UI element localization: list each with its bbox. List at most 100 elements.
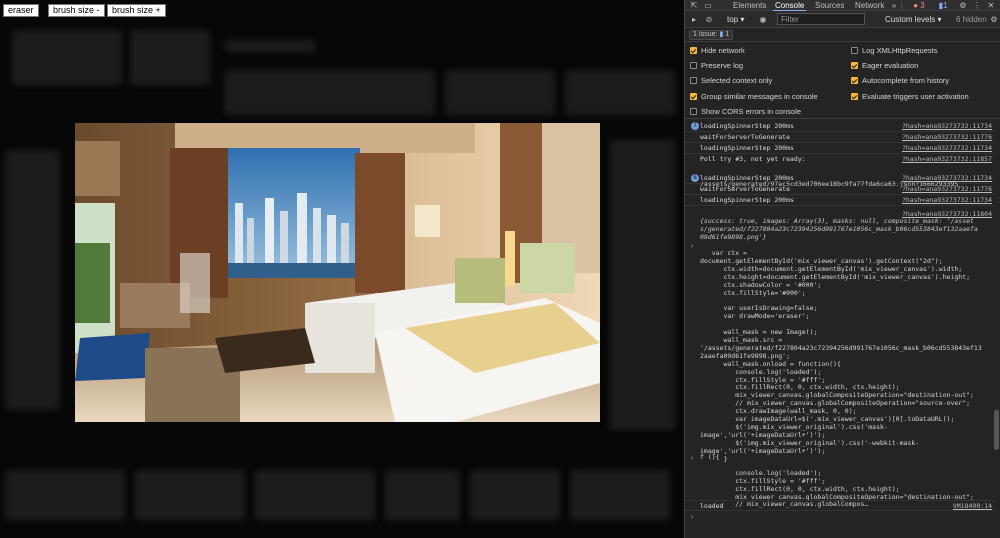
setting-preserve-log[interactable]: Preserve log xyxy=(690,59,743,72)
blurred-panel xyxy=(5,150,60,410)
log-source-link[interactable]: ?hash=ana93273732:11734 xyxy=(902,195,992,205)
log-levels-dropdown[interactable]: Custom levels ▾ xyxy=(885,14,942,25)
blurred-panel xyxy=(610,140,675,430)
checkbox[interactable] xyxy=(690,62,697,70)
console-scrollbar[interactable] xyxy=(994,410,999,450)
log-entry-loaded: loaded VM18490:14 xyxy=(685,500,995,511)
log-entry: Poll try #3, not yet ready: ?hash=ana9327… xyxy=(685,154,995,165)
info-count-badge[interactable]: ▮1 xyxy=(933,0,953,11)
error-count-badge[interactable]: ● 3 xyxy=(905,0,933,11)
setting-autocomplete-from-history[interactable]: Autocomplete from history xyxy=(851,74,949,87)
checkbox[interactable] xyxy=(690,77,697,85)
console-prompt-chevron: › xyxy=(690,513,695,521)
log-message: loadingSpinnerStep 200ms xyxy=(700,144,794,152)
devtools-tab-bar: ⇱ ▭ Elements Console Sources Network » ●… xyxy=(685,0,1000,12)
log-message: loaded xyxy=(700,502,724,510)
close-devtools-icon[interactable]: ✕ xyxy=(985,0,997,11)
console-output: 7 loadingSpinnerStep 200ms ?hash=ana932737… xyxy=(685,120,1000,538)
tab-elements[interactable]: Elements xyxy=(733,0,766,11)
tab-network[interactable]: Network xyxy=(855,0,884,11)
sidebar-toggle-icon[interactable]: ▸ xyxy=(688,14,700,25)
inspect-element-icon[interactable]: ⇱ xyxy=(688,0,700,11)
web-page: eraser brush size - brush size + xyxy=(0,0,683,538)
setting-group-similar-messages-in-console[interactable]: Group similar messages in console xyxy=(690,90,818,103)
setting-selected-context-only[interactable]: Selected context only xyxy=(690,74,772,87)
log-source-link[interactable]: ?hash=ana93273732:11734 xyxy=(902,143,992,153)
log-entry: loadingSpinnerStep 200ms ?hash=ana9327373… xyxy=(685,195,995,206)
checkbox-label: Preserve log xyxy=(701,61,744,71)
checkbox[interactable] xyxy=(851,92,858,100)
clear-console-icon[interactable]: ⊘ xyxy=(703,14,715,25)
issues-chat-icon: ▮ xyxy=(719,31,724,38)
device-toolbar-icon[interactable]: ▭ xyxy=(702,0,714,11)
live-expression-eye-icon[interactable]: ◉ xyxy=(757,14,769,25)
checkbox-label: Hide network xyxy=(701,46,745,55)
context-selector[interactable]: top ▾ xyxy=(727,14,744,25)
code-line: var drawMode='eraser'; xyxy=(700,312,810,321)
console-toolbar: ▸ ⊘ top ▾ ◉ Custom levels ▾ 6 hidden ⚙ xyxy=(685,11,1000,28)
log-source-link[interactable]: ?hash=ana93273732:11857 xyxy=(902,154,992,164)
devtools-panel: ⇱ ▭ Elements Console Sources Network » ●… xyxy=(684,0,1000,538)
console-settings-gear-icon[interactable]: ⚙ xyxy=(988,14,1000,25)
console-input-code: var ctx = document.getElementById('mix_vi… xyxy=(700,249,982,463)
log-message: loadingSpinnerStep 200ms xyxy=(700,196,794,204)
checkbox-label: Selected context only xyxy=(701,76,773,86)
checkbox-label: Autocomplete from history xyxy=(862,76,950,86)
log-entry: loadingSpinnerStep 200ms ?hash=ana9327373… xyxy=(685,143,995,154)
brush-size-decrease-button[interactable]: brush size - xyxy=(48,4,105,17)
console-settings-panel: Hide network Preserve log Selected context… xyxy=(685,42,1000,119)
log-message: loadingSpinnerStep 200ms xyxy=(700,122,794,130)
issues-badge[interactable]: 1 Issue: ▮ 1 xyxy=(689,30,734,40)
checkbox[interactable] xyxy=(851,62,858,70)
repeat-count-badge: 7 xyxy=(691,122,699,130)
context-label: top xyxy=(727,15,739,24)
poll-path-text: /assets/generated/97ac5cd3ed706ee18bc9fa… xyxy=(700,180,959,188)
code-line: ctx.fillStyle='#000'; xyxy=(700,288,806,297)
log-message: Poll try #3, not yet ready: xyxy=(700,155,806,163)
more-tabs-icon[interactable]: » xyxy=(888,0,900,11)
checkbox-label: Group similar messages in console xyxy=(701,91,818,101)
brush-size-increase-button[interactable]: brush size + xyxy=(107,4,166,17)
result-object-line: 09d61fe9898.png'} xyxy=(700,232,767,241)
blurred-thumbnail xyxy=(12,30,122,85)
return-value-chevron: ‹ xyxy=(690,454,695,462)
tab-console[interactable]: Console xyxy=(772,0,807,12)
checkbox[interactable] xyxy=(690,47,697,54)
eraser-button[interactable]: eraser xyxy=(3,4,39,17)
error-count: 3 xyxy=(920,1,925,10)
console-prompt-chevron: › xyxy=(690,242,695,250)
setting-hide-network[interactable]: Hide network xyxy=(690,44,745,57)
checkbox[interactable] xyxy=(690,92,697,100)
checkbox-label: Eager evaluation xyxy=(862,61,919,71)
divider xyxy=(901,2,902,10)
log-entry: waitForServerToGenerate ?hash=ana93273732… xyxy=(685,132,995,143)
mix-viewer-image[interactable] xyxy=(75,123,600,422)
checkbox[interactable] xyxy=(851,47,858,54)
checkbox[interactable] xyxy=(690,107,697,115)
log-source-link[interactable]: ?hash=ana93273732:11776 xyxy=(902,132,992,142)
checkbox-label: Log XMLHttpRequests xyxy=(862,46,938,55)
tab-sources[interactable]: Sources xyxy=(815,0,844,11)
blurred-thumbnail xyxy=(570,470,670,520)
checkbox[interactable] xyxy=(851,77,858,85)
setting-evaluate-triggers-user-activation[interactable]: Evaluate triggers user activation xyxy=(851,90,969,103)
log-source-link[interactable]: VM18490:14 xyxy=(953,501,992,511)
log-source-link[interactable]: ?hash=ana93273732:11734 xyxy=(902,121,992,131)
return-code-line: f (){ xyxy=(700,453,720,461)
setting-log-xmlhttprequests[interactable]: Log XMLHttpRequests xyxy=(851,44,937,57)
log-levels-label: Custom levels xyxy=(885,15,936,24)
blurred-thumbnail xyxy=(255,470,375,520)
hotel-room-image xyxy=(75,123,600,422)
settings-gear-icon[interactable]: ⚙ xyxy=(957,0,969,11)
blurred-thumbnail xyxy=(470,470,560,520)
filter-input[interactable] xyxy=(777,13,865,25)
result-object[interactable]: {success: true, images: Array(3), masks:… xyxy=(700,217,978,242)
blurred-thumbnail xyxy=(130,30,210,85)
hidden-count: 6 hidden xyxy=(956,15,987,24)
more-options-icon[interactable]: ⋮ xyxy=(971,0,983,11)
repeat-count-badge: 8 xyxy=(691,174,699,182)
blurred-text xyxy=(225,40,315,52)
blurred-thumbnail xyxy=(385,470,460,520)
setting-eager-evaluation[interactable]: Eager evaluation xyxy=(851,59,918,72)
setting-show-cors-errors-in-console[interactable]: Show CORS errors in console xyxy=(690,105,801,118)
